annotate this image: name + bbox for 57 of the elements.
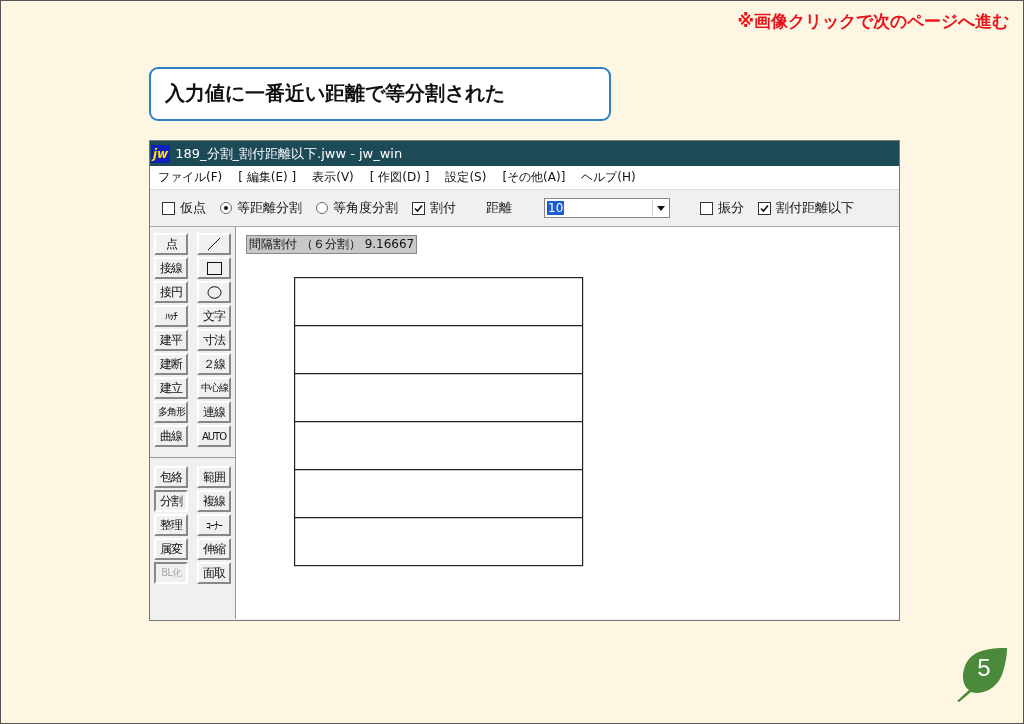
- slide-heading: 入力値に一番近い距離で等分割された: [149, 67, 611, 121]
- menu-item[interactable]: [ 作図(D) ]: [369, 169, 430, 186]
- status-message: 間隔割付 （６分割） 9.16667: [246, 235, 418, 254]
- tool-button[interactable]: 整理: [154, 514, 188, 536]
- tool-button[interactable]: 点: [154, 233, 188, 255]
- rectangle-icon: [206, 261, 222, 275]
- menu-item[interactable]: 表示(V): [312, 169, 354, 186]
- tool-button[interactable]: 包絡: [154, 466, 188, 488]
- radio-label: 等距離分割: [237, 199, 302, 217]
- app-logo: jw: [151, 144, 171, 163]
- menu-item[interactable]: [ 編集(E) ]: [238, 169, 297, 186]
- checkbox[interactable]: [412, 201, 425, 215]
- line-icon: [207, 237, 221, 251]
- checkbox-label: 割付: [430, 199, 456, 217]
- tool-button[interactable]: 面取: [197, 562, 231, 584]
- distance-combo-field[interactable]: 10: [544, 198, 670, 218]
- page-note: ※画像クリックで次のページへ進む: [737, 10, 1009, 33]
- tool-button[interactable]: 文字: [197, 305, 231, 327]
- tool-button[interactable]: ２線: [197, 353, 231, 375]
- tool-button[interactable]: 複線: [197, 490, 231, 512]
- menu-item[interactable]: [その他(A)]: [502, 169, 566, 186]
- menu-item[interactable]: ファイル(F): [158, 169, 223, 186]
- tool-button[interactable]: 接線: [154, 257, 188, 279]
- tool-button[interactable]: 建断: [154, 353, 188, 375]
- tool-button[interactable]: 属変: [154, 538, 188, 560]
- tool-button[interactable]: ﾊｯﾁ: [154, 305, 188, 327]
- tool-button[interactable]: 連線: [197, 401, 231, 423]
- radio-button[interactable]: [316, 202, 328, 214]
- circle-tool-button[interactable]: [197, 281, 231, 303]
- radio-button[interactable]: [220, 202, 232, 214]
- dropdown-arrow-icon[interactable]: [657, 205, 665, 211]
- checkbox-label: 割付距離以下: [776, 199, 854, 217]
- tool-button[interactable]: 建立: [154, 377, 188, 399]
- checkbox-label: 振分: [718, 199, 744, 217]
- tool-button[interactable]: 中心線: [197, 377, 231, 399]
- menu-item[interactable]: 設定(S): [445, 169, 487, 186]
- checkbox[interactable]: [700, 201, 713, 215]
- tool-button[interactable]: 多角形: [154, 401, 188, 423]
- tool-button[interactable]: 建平: [154, 329, 188, 351]
- tool-button[interactable]: AUTO: [197, 425, 231, 447]
- radio-label: 等角度分割: [333, 199, 398, 217]
- tool-button[interactable]: 分割: [154, 490, 188, 512]
- menu-item[interactable]: ヘルプ(H): [581, 169, 636, 186]
- tool-button[interactable]: 寸法: [197, 329, 231, 351]
- tool-button[interactable]: 曲線: [154, 425, 188, 447]
- checkbox-label: 仮点: [180, 199, 206, 217]
- window-title: 189_分割_割付距離以下.jww - jw_win: [175, 144, 403, 163]
- field-label: 距離: [486, 199, 512, 217]
- tool-button[interactable]: 範囲: [197, 466, 231, 488]
- rectangle-tool-button[interactable]: [197, 257, 231, 279]
- page-number: 5: [976, 654, 992, 682]
- tool-button[interactable]: 接円: [154, 281, 188, 303]
- checkbox[interactable]: [758, 201, 771, 215]
- circle-icon: [206, 285, 222, 299]
- checkbox[interactable]: [162, 201, 175, 215]
- tool-button[interactable]: ｺｰﾅｰ: [197, 514, 231, 536]
- tool-button[interactable]: 伸縮: [197, 538, 231, 560]
